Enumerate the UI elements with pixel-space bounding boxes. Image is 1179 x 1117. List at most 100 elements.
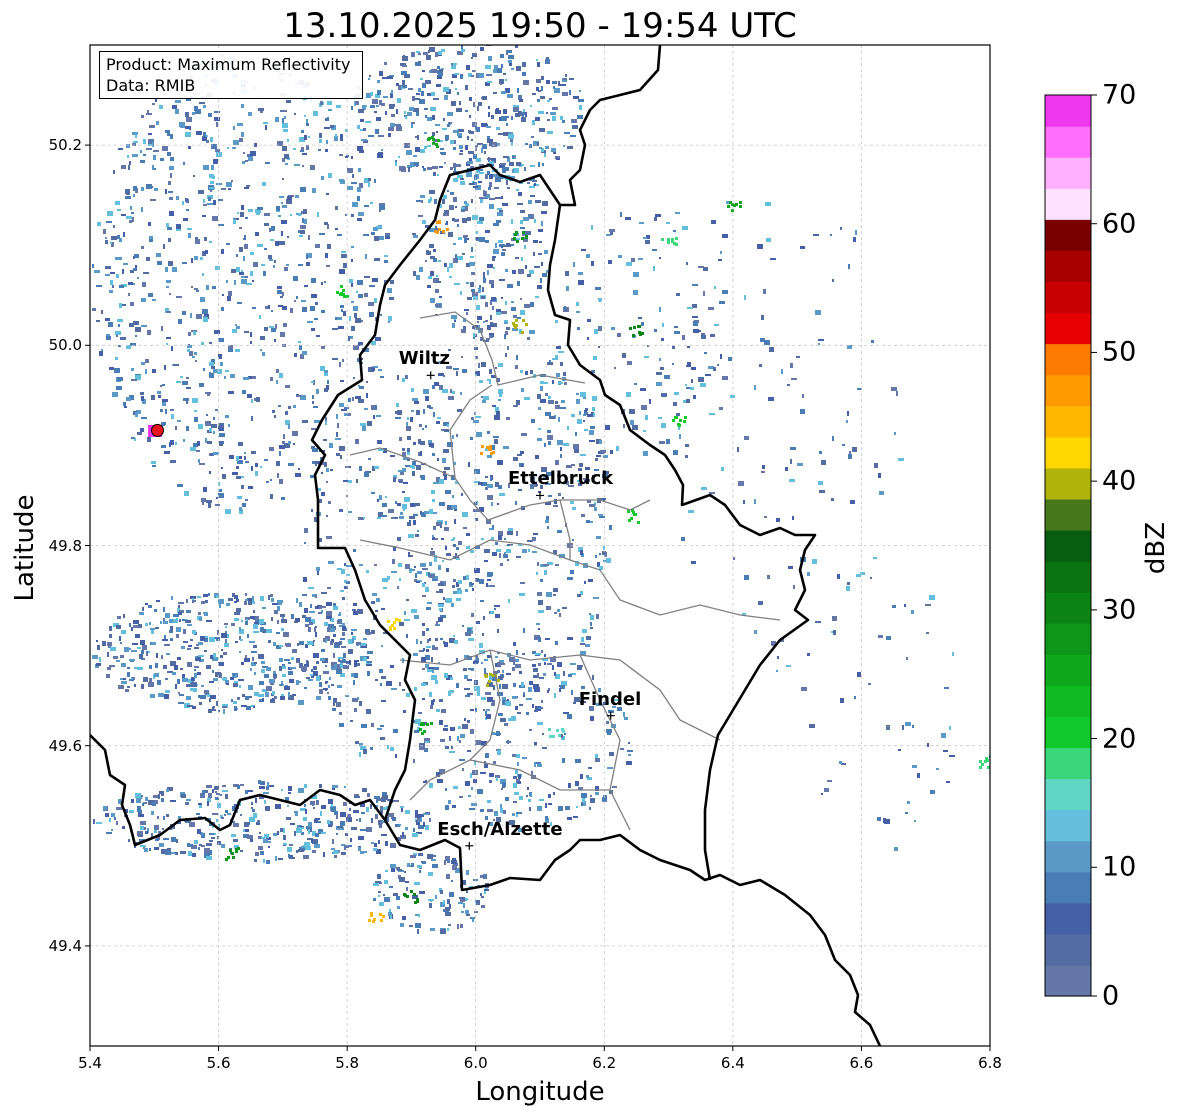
echo-cell <box>467 136 469 140</box>
echo-cell <box>233 673 235 676</box>
echo-cell <box>260 851 264 855</box>
radar-map[interactable] <box>0 0 1179 1117</box>
echo-cell <box>319 233 325 235</box>
echo-cell <box>321 805 326 809</box>
echo-cell <box>566 286 569 291</box>
echo-cell <box>382 792 387 795</box>
echo-cell <box>372 593 377 596</box>
echo-cell <box>415 810 418 814</box>
echo-cell <box>368 183 370 187</box>
echo-cell <box>285 155 287 157</box>
echo-cell <box>152 299 156 301</box>
strong-echo-cell <box>431 136 434 139</box>
echo-cell <box>284 267 288 271</box>
echo-cell <box>171 414 174 419</box>
echo-cell <box>494 187 499 189</box>
echo-cell <box>141 298 146 302</box>
echo-cell <box>215 409 218 411</box>
echo-cell <box>359 701 362 706</box>
colorbar-swatch <box>1045 188 1091 220</box>
echo-cell <box>234 618 239 621</box>
echo-cell <box>404 871 406 873</box>
echo-cell <box>525 231 531 235</box>
echo-cell <box>466 546 470 549</box>
echo-cell <box>445 746 449 749</box>
echo-cell <box>168 261 173 266</box>
echo-cell <box>625 217 631 220</box>
echo-cell <box>171 596 173 600</box>
echo-cell <box>578 280 584 285</box>
echo-cell <box>686 262 688 265</box>
echo-cell <box>97 645 100 650</box>
echo-cell <box>454 219 459 222</box>
echo-cell <box>522 757 527 759</box>
echo-cell <box>485 476 488 478</box>
radar-site-marker[interactable] <box>151 423 164 437</box>
echo-cell <box>503 156 509 158</box>
echo-cell <box>242 161 245 164</box>
echo-cell <box>320 811 322 816</box>
echo-cell <box>165 850 171 855</box>
echo-cell <box>273 642 276 646</box>
echo-cell <box>499 684 501 689</box>
echo-cell <box>571 690 573 695</box>
echo-cell <box>369 312 374 317</box>
echo-cell <box>506 327 510 330</box>
echo-cell <box>186 684 190 687</box>
echo-cell <box>536 87 539 91</box>
echo-cell <box>270 239 274 241</box>
echo-cell <box>150 694 155 698</box>
echo-cell <box>328 696 331 700</box>
echo-cell <box>174 665 178 670</box>
echo-cell <box>441 153 446 155</box>
echo-cell <box>317 212 319 217</box>
echo-cell <box>361 139 367 141</box>
colorbar-swatch <box>1045 250 1091 283</box>
echo-cell <box>162 828 164 830</box>
echo-cell <box>151 811 154 815</box>
echo-cell <box>459 740 461 743</box>
echo-cell <box>471 247 473 252</box>
echo-cell <box>282 118 284 123</box>
echo-cell <box>275 117 279 122</box>
echo-cell <box>432 166 438 169</box>
echo-cell <box>143 677 148 682</box>
echo-cell <box>478 181 482 183</box>
strong-echo-cell <box>979 766 982 769</box>
echo-cell <box>165 130 170 133</box>
strong-echo-cell <box>512 322 515 325</box>
echo-cell <box>176 296 182 298</box>
echo-cell <box>526 712 529 715</box>
echo-cell <box>595 758 600 762</box>
echo-cell <box>193 331 196 335</box>
echo-cell <box>414 615 419 619</box>
echo-cell <box>236 466 239 469</box>
echo-cell <box>334 855 337 858</box>
echo-cell <box>800 409 805 414</box>
echo-cell <box>582 798 585 803</box>
echo-cell <box>335 438 341 440</box>
echo-cell <box>449 276 452 278</box>
echo-cell <box>348 511 352 513</box>
strong-echo-cell <box>633 513 636 516</box>
echo-cell <box>304 608 308 613</box>
echo-cell <box>345 156 348 158</box>
echo-cell <box>176 627 181 632</box>
echo-cell <box>588 767 592 769</box>
echo-cell <box>557 440 563 445</box>
echo-cell <box>537 764 542 767</box>
echo-cell <box>263 122 268 124</box>
echo-cell <box>310 306 315 311</box>
echo-cell <box>382 795 388 800</box>
echo-cell <box>560 84 566 86</box>
echo-cell <box>340 305 344 308</box>
echo-cell <box>145 831 148 834</box>
echo-cell <box>194 288 198 290</box>
echo-cell <box>483 272 485 277</box>
echo-cell <box>154 847 159 850</box>
echo-cell <box>371 630 375 634</box>
echo-cell <box>497 143 500 146</box>
strong-echo-cell <box>340 292 343 295</box>
echo-cell <box>365 121 371 123</box>
echo-cell <box>143 154 146 156</box>
